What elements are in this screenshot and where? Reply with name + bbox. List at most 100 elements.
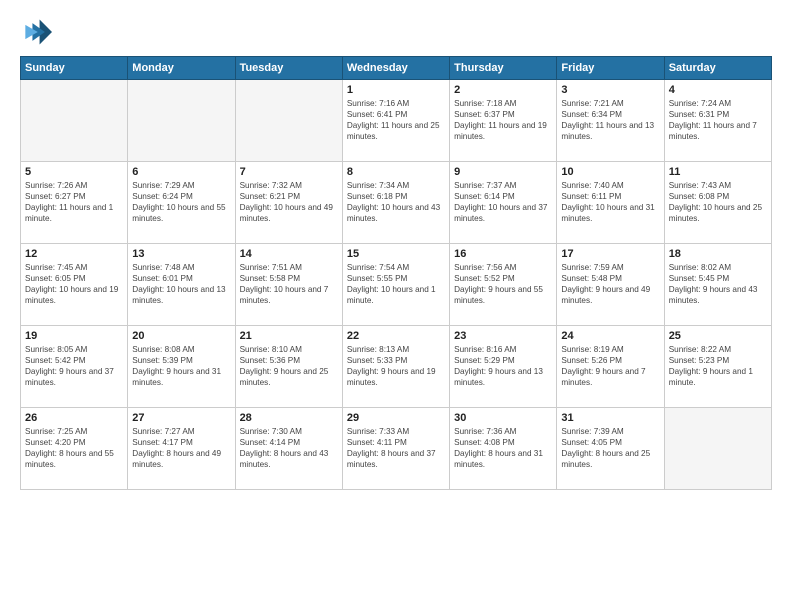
day-cell: 27 Sunrise: 7:27 AM Sunset: 4:17 PM Dayli… [128,408,235,490]
day-number: 27 [132,412,230,424]
week-row-5: 26 Sunrise: 7:25 AM Sunset: 4:20 PM Dayli… [21,408,772,490]
day-info: Sunrise: 8:22 AM Sunset: 5:23 PM Dayligh… [669,344,767,388]
day-info: Sunrise: 7:37 AM Sunset: 6:14 PM Dayligh… [454,180,552,224]
day-cell: 1 Sunrise: 7:16 AM Sunset: 6:41 PM Daylig… [342,80,449,162]
day-header-thursday: Thursday [450,57,557,80]
day-cell: 28Sunrise: 7:30 AM Sunset: 4:14 PM Dayli… [235,408,342,490]
week-row-3: 12Sunrise: 7:45 AM Sunset: 6:05 PM Dayli… [21,244,772,326]
day-info: Sunrise: 7:33 AM Sunset: 4:11 PM Dayligh… [347,426,445,470]
day-cell: 14 Sunrise: 7:51 AM Sunset: 5:58 PM Dayli… [235,244,342,326]
day-header-sunday: Sunday [21,57,128,80]
day-info: Sunrise: 7:26 AM Sunset: 6:27 PM Dayligh… [25,180,123,224]
day-cell: 9Sunrise: 7:37 AM Sunset: 6:14 PM Daylig… [450,162,557,244]
day-info: Sunrise: 7:34 AM Sunset: 6:18 PM Dayligh… [347,180,445,224]
header [20,16,772,48]
day-cell: 17 Sunrise: 7:59 AM Sunset: 5:48 PM Dayli… [557,244,664,326]
logo [20,16,56,48]
day-cell: 21 Sunrise: 8:10 AM Sunset: 5:36 PM Dayli… [235,326,342,408]
day-number: 31 [561,412,659,424]
day-info: Sunrise: 7:43 AM Sunset: 6:08 PM Dayligh… [669,180,767,224]
day-number: 17 [561,248,659,260]
logo-icon [20,16,52,48]
day-info: Sunrise: 7:27 AM Sunset: 4:17 PM Dayligh… [132,426,230,470]
day-cell: 7Sunrise: 7:32 AM Sunset: 6:21 PM Daylig… [235,162,342,244]
day-number: 2 [454,84,552,96]
day-info: Sunrise: 8:13 AM Sunset: 5:33 PM Dayligh… [347,344,445,388]
day-cell: 3Sunrise: 7:21 AM Sunset: 6:34 PM Daylig… [557,80,664,162]
day-info: Sunrise: 7:24 AM Sunset: 6:31 PM Dayligh… [669,98,767,142]
day-cell: 13Sunrise: 7:48 AM Sunset: 6:01 PM Dayli… [128,244,235,326]
day-number: 26 [25,412,123,424]
day-info: Sunrise: 7:54 AM Sunset: 5:55 PM Dayligh… [347,262,445,306]
day-info: Sunrise: 7:29 AM Sunset: 6:24 PM Dayligh… [132,180,230,224]
day-number: 18 [669,248,767,260]
day-number: 16 [454,248,552,260]
page: SundayMondayTuesdayWednesdayThursdayFrid… [0,0,792,612]
day-number: 21 [240,330,338,342]
day-header-monday: Monday [128,57,235,80]
day-cell: 2 Sunrise: 7:18 AM Sunset: 6:37 PM Daylig… [450,80,557,162]
day-cell: 23 Sunrise: 8:16 AM Sunset: 5:29 PM Dayli… [450,326,557,408]
calendar: SundayMondayTuesdayWednesdayThursdayFrid… [20,56,772,490]
day-header-friday: Friday [557,57,664,80]
day-cell: 24Sunrise: 8:19 AM Sunset: 5:26 PM Dayli… [557,326,664,408]
day-number: 29 [347,412,445,424]
day-cell: 25 Sunrise: 8:22 AM Sunset: 5:23 PM Dayli… [664,326,771,408]
day-number: 30 [454,412,552,424]
day-cell: 30 Sunrise: 7:36 AM Sunset: 4:08 PM Dayli… [450,408,557,490]
day-info: Sunrise: 7:16 AM Sunset: 6:41 PM Dayligh… [347,98,445,142]
day-number: 4 [669,84,767,96]
day-info: Sunrise: 8:02 AM Sunset: 5:45 PM Dayligh… [669,262,767,306]
day-cell: 15Sunrise: 7:54 AM Sunset: 5:55 PM Dayli… [342,244,449,326]
day-cell [128,80,235,162]
day-info: Sunrise: 7:51 AM Sunset: 5:58 PM Dayligh… [240,262,338,306]
day-header-wednesday: Wednesday [342,57,449,80]
day-cell: 19Sunrise: 8:05 AM Sunset: 5:42 PM Dayli… [21,326,128,408]
day-cell: 29 Sunrise: 7:33 AM Sunset: 4:11 PM Dayli… [342,408,449,490]
day-number: 1 [347,84,445,96]
day-cell [235,80,342,162]
day-number: 23 [454,330,552,342]
header-row: SundayMondayTuesdayWednesdayThursdayFrid… [21,57,772,80]
day-cell: 18 Sunrise: 8:02 AM Sunset: 5:45 PM Dayli… [664,244,771,326]
day-number: 10 [561,166,659,178]
day-number: 22 [347,330,445,342]
day-info: Sunrise: 8:08 AM Sunset: 5:39 PM Dayligh… [132,344,230,388]
day-number: 19 [25,330,123,342]
day-info: Sunrise: 7:36 AM Sunset: 4:08 PM Dayligh… [454,426,552,470]
day-info: Sunrise: 7:21 AM Sunset: 6:34 PM Dayligh… [561,98,659,142]
day-info: Sunrise: 7:40 AM Sunset: 6:11 PM Dayligh… [561,180,659,224]
day-cell: 5Sunrise: 7:26 AM Sunset: 6:27 PM Daylig… [21,162,128,244]
day-info: Sunrise: 8:19 AM Sunset: 5:26 PM Dayligh… [561,344,659,388]
day-info: Sunrise: 7:59 AM Sunset: 5:48 PM Dayligh… [561,262,659,306]
day-cell: 31 Sunrise: 7:39 AM Sunset: 4:05 PM Dayli… [557,408,664,490]
day-cell: 6 Sunrise: 7:29 AM Sunset: 6:24 PM Daylig… [128,162,235,244]
day-info: Sunrise: 8:10 AM Sunset: 5:36 PM Dayligh… [240,344,338,388]
day-number: 14 [240,248,338,260]
day-number: 7 [240,166,338,178]
day-cell: 12Sunrise: 7:45 AM Sunset: 6:05 PM Dayli… [21,244,128,326]
day-cell: 16 Sunrise: 7:56 AM Sunset: 5:52 PM Dayli… [450,244,557,326]
day-cell: 20Sunrise: 8:08 AM Sunset: 5:39 PM Dayli… [128,326,235,408]
day-info: Sunrise: 7:39 AM Sunset: 4:05 PM Dayligh… [561,426,659,470]
day-cell: 4 Sunrise: 7:24 AM Sunset: 6:31 PM Daylig… [664,80,771,162]
day-header-saturday: Saturday [664,57,771,80]
day-cell: 11 Sunrise: 7:43 AM Sunset: 6:08 PM Dayli… [664,162,771,244]
day-info: Sunrise: 7:30 AM Sunset: 4:14 PM Dayligh… [240,426,338,470]
day-number: 25 [669,330,767,342]
day-cell [664,408,771,490]
day-cell: 10 Sunrise: 7:40 AM Sunset: 6:11 PM Dayli… [557,162,664,244]
day-info: Sunrise: 8:16 AM Sunset: 5:29 PM Dayligh… [454,344,552,388]
day-number: 8 [347,166,445,178]
day-info: Sunrise: 7:25 AM Sunset: 4:20 PM Dayligh… [25,426,123,470]
day-cell [21,80,128,162]
day-number: 11 [669,166,767,178]
week-row-4: 19Sunrise: 8:05 AM Sunset: 5:42 PM Dayli… [21,326,772,408]
day-info: Sunrise: 7:48 AM Sunset: 6:01 PM Dayligh… [132,262,230,306]
day-info: Sunrise: 7:18 AM Sunset: 6:37 PM Dayligh… [454,98,552,142]
day-number: 6 [132,166,230,178]
day-number: 12 [25,248,123,260]
day-info: Sunrise: 7:56 AM Sunset: 5:52 PM Dayligh… [454,262,552,306]
week-row-2: 5Sunrise: 7:26 AM Sunset: 6:27 PM Daylig… [21,162,772,244]
day-header-tuesday: Tuesday [235,57,342,80]
